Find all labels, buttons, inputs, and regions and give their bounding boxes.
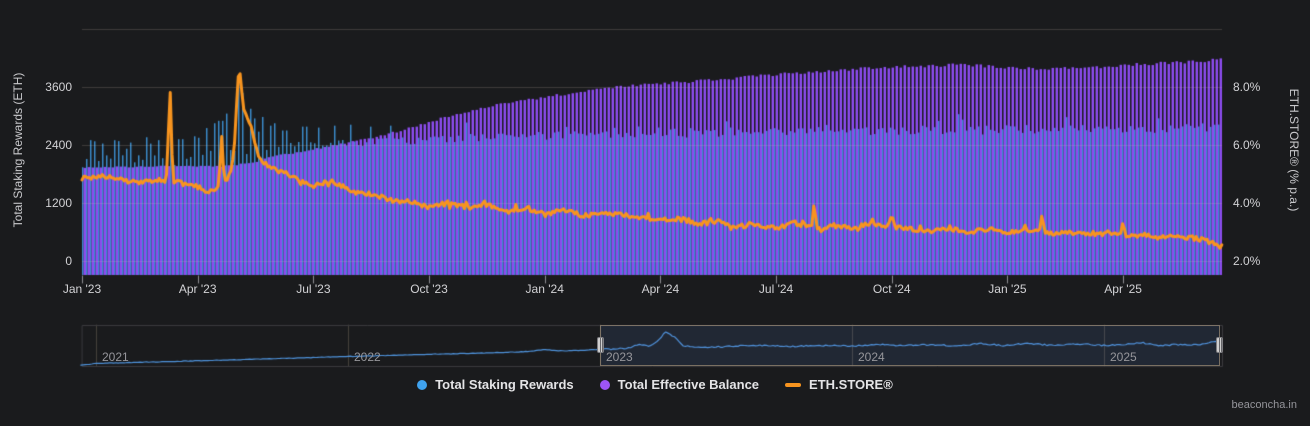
legend-label: Total Effective Balance bbox=[618, 377, 759, 392]
navigator-year-label: 2022 bbox=[354, 350, 381, 364]
x-axis-tick-label: Jul '23 bbox=[296, 282, 330, 296]
legend-marker-circle bbox=[600, 380, 610, 390]
navigator-year-label: 2025 bbox=[1110, 350, 1137, 364]
x-axis-tick-label: Oct '24 bbox=[873, 282, 911, 296]
legend-item-total-effective-balance[interactable]: Total Effective Balance bbox=[600, 377, 759, 392]
staking-rewards-chart: Total Staking Rewards (ETH) ETH.STORE® (… bbox=[0, 0, 1310, 426]
legend: Total Staking Rewards Total Effective Bal… bbox=[0, 377, 1310, 392]
y-axis-title-right: ETH.STORE® (% p.a.) bbox=[1287, 0, 1301, 300]
navigator-year-label: 2021 bbox=[102, 350, 129, 364]
y-axis-right-tick-label: 6.0% bbox=[1233, 138, 1260, 152]
y-axis-right-tick-label: 4.0% bbox=[1233, 196, 1260, 210]
legend-marker-line bbox=[785, 383, 801, 387]
x-axis-tick-label: Apr '25 bbox=[1104, 282, 1142, 296]
y-axis-left-tick-label: 3600 bbox=[0, 80, 72, 94]
navigator-year-label: 2024 bbox=[858, 350, 885, 364]
x-axis-tick-label: Jan '24 bbox=[526, 282, 564, 296]
y-axis-left-tick-label: 1200 bbox=[0, 196, 72, 210]
y-axis-right-tick-label: 2.0% bbox=[1233, 254, 1260, 268]
x-axis-tick-label: Jan '23 bbox=[63, 282, 101, 296]
legend-item-total-staking-rewards[interactable]: Total Staking Rewards bbox=[417, 377, 573, 392]
y-axis-left-tick-label: 2400 bbox=[0, 138, 72, 152]
x-axis-tick-label: Jan '25 bbox=[988, 282, 1026, 296]
watermark: beaconcha.in bbox=[1232, 399, 1297, 411]
x-axis-tick-label: Apr '24 bbox=[642, 282, 680, 296]
navigator-year-label: 2023 bbox=[606, 350, 633, 364]
x-axis-tick-label: Jul '24 bbox=[759, 282, 793, 296]
legend-item-eth-store[interactable]: ETH.STORE® bbox=[785, 377, 893, 392]
navigator-handle-left[interactable] bbox=[597, 337, 604, 353]
legend-label: Total Staking Rewards bbox=[435, 377, 573, 392]
legend-label: ETH.STORE® bbox=[809, 377, 893, 392]
x-axis-tick-label: Apr '23 bbox=[179, 282, 217, 296]
x-axis-tick-label: Oct '23 bbox=[410, 282, 448, 296]
navigator-handle-right[interactable] bbox=[1216, 337, 1223, 353]
legend-marker-circle bbox=[417, 380, 427, 390]
y-axis-right-tick-label: 8.0% bbox=[1233, 80, 1260, 94]
y-axis-left-tick-label: 0 bbox=[0, 254, 72, 268]
